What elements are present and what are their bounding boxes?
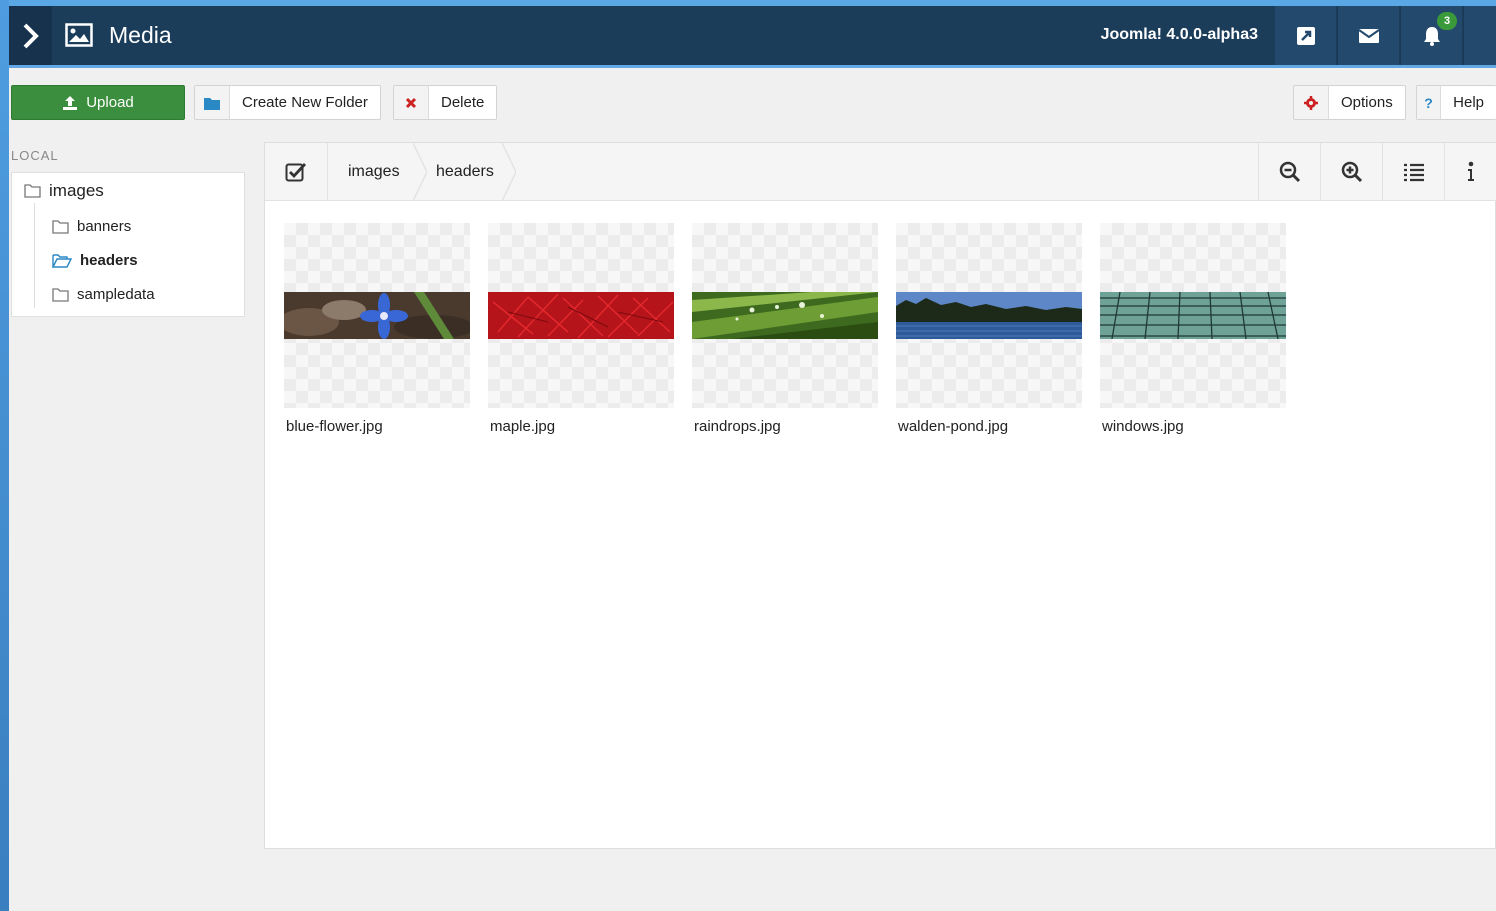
folder-open-icon <box>52 253 72 268</box>
media-browser: images headers blue-flower.jpg maple.jpg… <box>264 142 1496 849</box>
window-frame-left <box>0 0 9 911</box>
checkbox-checked-icon <box>285 163 307 182</box>
external-link-icon <box>1296 26 1315 45</box>
tree-item-label: banners <box>77 218 132 235</box>
options-label: Options <box>1341 94 1393 111</box>
breadcrumb-separator <box>502 143 516 201</box>
create-folder-button[interactable]: Create New Folder <box>194 85 381 120</box>
notifications-button[interactable]: 3 <box>1400 6 1462 65</box>
image-thumbnail <box>488 292 674 339</box>
delete-button[interactable]: Delete <box>393 85 498 120</box>
image-thumbnail <box>1100 292 1286 339</box>
file-tile-blue-flower[interactable]: blue-flower.jpg <box>284 223 470 435</box>
folder-outline-icon <box>52 287 69 302</box>
thumbnail <box>1100 223 1286 408</box>
image-thumbnail <box>692 292 878 339</box>
list-view-button[interactable] <box>1382 143 1444 201</box>
envelope-icon <box>1357 28 1380 43</box>
preview-site-button[interactable] <box>1274 6 1336 65</box>
create-folder-label: Create New Folder <box>242 94 368 111</box>
breadcrumb-images[interactable]: images <box>348 143 400 201</box>
delete-label: Delete <box>441 94 485 111</box>
help-label: Help <box>1453 94 1484 111</box>
file-tile-windows[interactable]: windows.jpg <box>1100 223 1286 435</box>
file-tile-maple[interactable]: maple.jpg <box>488 223 674 435</box>
image-icon <box>65 23 93 47</box>
tree-item-label: sampledata <box>77 286 155 303</box>
zoom-out-icon <box>1279 161 1300 183</box>
top-header: Media Joomla! 4.0.0-alpha3 3 <box>9 6 1496 68</box>
folder-tree: images banners headers sampledata <box>11 172 245 317</box>
media-manager-app: Media Joomla! 4.0.0-alpha3 3 Upload Crea… <box>9 6 1496 911</box>
chevron-right-icon <box>23 23 39 48</box>
page-title: Media <box>109 22 172 48</box>
tree-item-banners[interactable]: banners <box>52 218 131 235</box>
thumbnail <box>284 223 470 408</box>
file-name: walden-pond.jpg <box>898 418 1009 435</box>
breadcrumb-separator <box>413 143 427 201</box>
help-button[interactable]: ? Help <box>1416 85 1496 120</box>
menu-toggle-button[interactable] <box>9 6 52 65</box>
folder-outline-icon <box>24 184 41 198</box>
list-icon <box>1403 163 1424 182</box>
zoom-in-icon <box>1341 161 1362 183</box>
messages-button[interactable] <box>1337 6 1399 65</box>
gear-icon <box>1294 86 1329 119</box>
local-section-label: LOCAL <box>11 148 59 163</box>
image-thumbnail <box>284 292 470 339</box>
file-name: raindrops.jpg <box>694 418 781 435</box>
upload-icon <box>63 95 78 110</box>
tree-item-label: images <box>49 181 104 200</box>
tree-connector <box>34 203 35 308</box>
thumbnail <box>692 223 878 408</box>
zoom-in-button[interactable] <box>1320 143 1382 201</box>
tree-item-sampledata[interactable]: sampledata <box>52 286 155 303</box>
file-name: maple.jpg <box>490 418 556 435</box>
browser-toolbar: images headers <box>265 143 1496 201</box>
user-menu-button[interactable] <box>1463 6 1496 65</box>
notification-badge: 3 <box>1437 12 1457 30</box>
info-button[interactable] <box>1444 143 1496 201</box>
file-name: windows.jpg <box>1102 418 1184 435</box>
file-tile-raindrops[interactable]: raindrops.jpg <box>692 223 878 435</box>
tree-item-headers[interactable]: headers <box>52 252 138 269</box>
select-all-button[interactable] <box>265 143 328 201</box>
upload-button[interactable]: Upload <box>11 85 185 120</box>
info-icon <box>1468 161 1474 181</box>
breadcrumb-headers[interactable]: headers <box>436 143 494 201</box>
thumbnail <box>488 223 674 408</box>
tree-item-images[interactable]: images <box>24 181 104 201</box>
thumbnail <box>896 223 1082 408</box>
toolbar: Upload Create New Folder Delete Options … <box>9 68 1496 140</box>
tree-item-label: headers <box>80 252 138 269</box>
close-icon <box>394 86 429 119</box>
file-name: blue-flower.jpg <box>286 418 383 435</box>
upload-label: Upload <box>86 94 134 111</box>
folder-outline-icon <box>52 219 69 234</box>
folder-icon <box>195 86 230 119</box>
options-button[interactable]: Options <box>1293 85 1406 120</box>
file-tile-walden-pond[interactable]: walden-pond.jpg <box>896 223 1082 435</box>
zoom-out-button[interactable] <box>1258 143 1320 201</box>
version-label: Joomla! 4.0.0-alpha3 <box>1100 26 1258 43</box>
question-icon: ? <box>1417 86 1442 119</box>
image-thumbnail <box>896 292 1082 339</box>
